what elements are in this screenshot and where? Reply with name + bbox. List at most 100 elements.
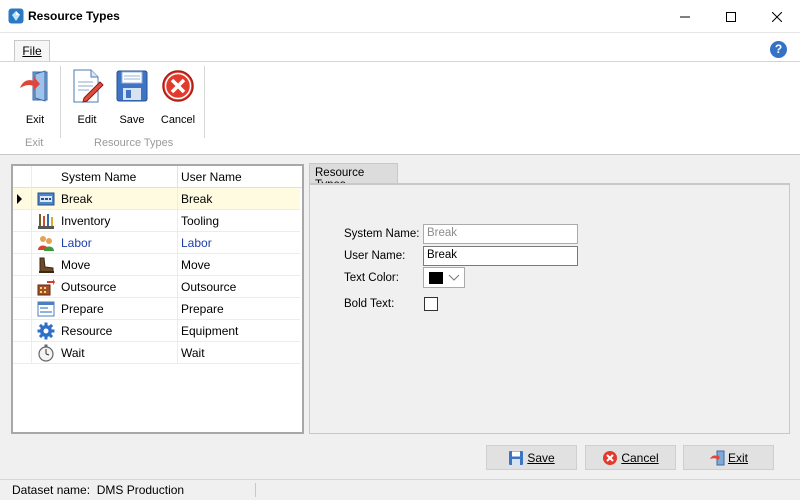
table-row[interactable]: Labor Labor <box>13 232 300 254</box>
ribbon-group-exit: Exit <box>25 137 44 149</box>
table-row[interactable]: Resource Equipment <box>13 320 300 342</box>
table-row[interactable]: Inventory Tooling <box>13 210 300 232</box>
text-color-picker[interactable] <box>423 267 465 288</box>
user-name-label: User Name: <box>344 250 406 262</box>
text-color-label: Text Color: <box>344 272 399 284</box>
cell-system-name: Prepare <box>61 302 104 316</box>
row-gutter <box>31 188 32 210</box>
table-row[interactable]: Move Move <box>13 254 300 276</box>
ribbon-separator <box>60 66 61 138</box>
minimize-icon <box>680 16 690 17</box>
save-button[interactable]: Save <box>486 445 577 470</box>
exit-button[interactable]: Exit <box>683 445 774 470</box>
break-icon <box>37 192 55 206</box>
cell-user-name: Labor <box>181 236 212 250</box>
cell-divider <box>177 342 178 364</box>
chevron-down-icon <box>448 274 460 281</box>
system-name-label: System Name: <box>344 228 420 240</box>
bold-text-checkbox[interactable] <box>424 297 438 311</box>
save-button-label: Save <box>527 450 555 465</box>
table-row[interactable]: Outsource Outsource <box>13 276 300 298</box>
table-row[interactable]: Prepare Prepare <box>13 298 300 320</box>
cell-divider <box>177 188 178 210</box>
ribbon: Exit Edit Save Cancel Exit Resource Type… <box>0 61 800 155</box>
maximize-icon <box>726 11 736 22</box>
tab-file[interactable]: File <box>14 40 50 62</box>
column-header-system-name[interactable]: System Name <box>61 170 136 184</box>
column-header-user-name[interactable]: User Name <box>181 170 242 184</box>
ribbon-edit-label: Edit <box>77 114 97 126</box>
cell-system-name: Break <box>61 192 93 206</box>
table-row[interactable]: Wait Wait <box>13 342 300 364</box>
row-gutter <box>31 254 32 276</box>
dataset-name-status: Dataset name: DMS Production <box>12 483 185 497</box>
row-pointer-icon <box>17 194 22 204</box>
cell-user-name: Equipment <box>181 324 239 338</box>
edit-document-icon <box>73 69 104 103</box>
ribbon-separator <box>204 66 205 138</box>
outsource-icon <box>37 279 55 296</box>
row-gutter <box>31 342 32 364</box>
cell-user-name: Outsource <box>181 280 237 294</box>
cell-divider <box>177 298 178 320</box>
move-icon <box>39 257 54 273</box>
tab-resource-types[interactable]: Resource Types <box>309 163 398 191</box>
close-button[interactable] <box>754 0 800 33</box>
help-icon[interactable]: ? <box>770 41 787 58</box>
row-gutter <box>31 232 32 254</box>
grid-gutter-divider <box>31 166 32 188</box>
cell-system-name: Labor <box>61 236 92 250</box>
save-floppy-icon <box>116 70 148 102</box>
ribbon-exit-button[interactable]: Exit <box>13 68 57 126</box>
status-bar: Dataset name: DMS Production <box>0 479 800 500</box>
cell-user-name: Tooling <box>181 214 220 228</box>
prepare-icon <box>37 301 55 317</box>
ribbon-save-label: Save <box>119 114 145 126</box>
cancel-button-label: Cancel <box>621 450 659 465</box>
cell-system-name: Wait <box>61 346 85 360</box>
ribbon-edit-button[interactable]: Edit <box>65 68 109 126</box>
ribbon-tab-strip: File ? <box>0 33 800 62</box>
close-icon <box>772 11 782 22</box>
inventory-icon <box>38 214 54 229</box>
row-gutter <box>31 276 32 298</box>
column-divider <box>177 166 178 188</box>
cell-system-name: Move <box>61 258 91 272</box>
ribbon-exit-label: Exit <box>25 114 45 126</box>
cell-divider <box>177 210 178 232</box>
bold-text-label: Bold Text: <box>344 298 395 310</box>
labor-icon <box>38 236 54 251</box>
tab-file-label: File <box>22 44 42 58</box>
resource-types-grid: System Name User Name Break Break Invent… <box>11 164 304 434</box>
ribbon-save-button[interactable]: Save <box>110 68 154 126</box>
cell-divider <box>177 232 178 254</box>
cell-divider <box>177 254 178 276</box>
minimize-button[interactable] <box>662 0 708 33</box>
cell-user-name: Prepare <box>181 302 224 316</box>
exit-door-icon <box>20 70 48 102</box>
resource-gear-icon <box>37 322 55 340</box>
save-floppy-icon <box>509 450 524 465</box>
table-row[interactable]: Break Break <box>13 188 300 210</box>
row-gutter <box>31 298 32 320</box>
user-name-field[interactable]: Break <box>423 246 578 266</box>
row-gutter <box>31 210 32 232</box>
app-icon <box>8 8 24 24</box>
cancel-button[interactable]: Cancel <box>585 445 676 470</box>
cell-user-name: Move <box>181 258 211 272</box>
ribbon-cancel-button[interactable]: Cancel <box>156 68 200 126</box>
row-gutter <box>31 320 32 342</box>
title-bar: Resource Types <box>0 0 800 33</box>
maximize-button[interactable] <box>708 0 754 33</box>
grid-header: System Name User Name <box>13 166 302 188</box>
resource-details-panel: System Name: Break User Name: Break Text… <box>309 183 790 434</box>
wait-stopwatch-icon <box>38 344 54 362</box>
window-title: Resource Types <box>28 9 120 23</box>
exit-button-label: Exit <box>727 450 748 465</box>
cancel-circle-icon <box>603 450 618 465</box>
cell-user-name: Break <box>181 192 213 206</box>
status-separator <box>255 483 256 497</box>
cell-system-name: Inventory <box>61 214 111 228</box>
ribbon-group-resource-types: Resource Types <box>94 137 174 149</box>
ribbon-cancel-label: Cancel <box>160 114 196 126</box>
